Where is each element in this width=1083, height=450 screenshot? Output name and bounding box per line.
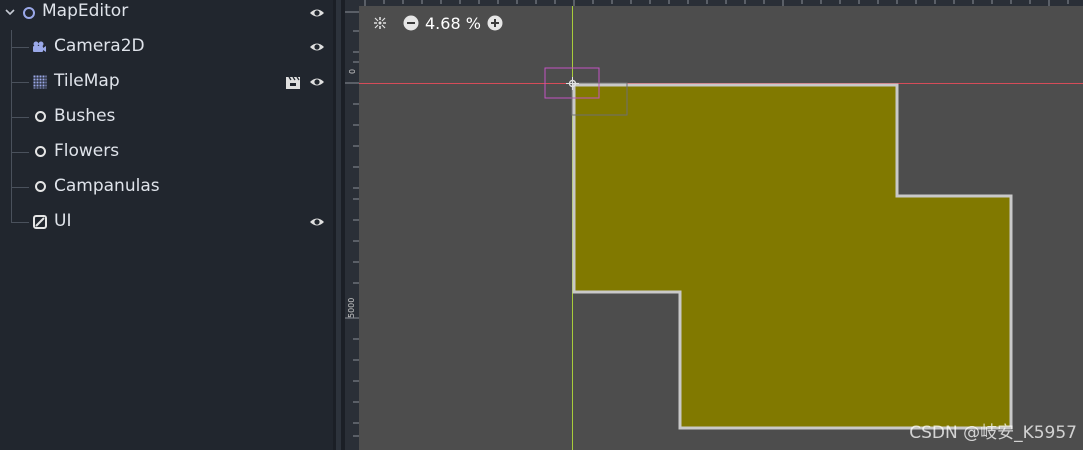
tree-item-campanulas[interactable]: Campanulas — [0, 170, 333, 205]
tree-item-ui[interactable]: UI — [0, 205, 333, 240]
left-ruler[interactable] — [345, 0, 359, 450]
top-ruler[interactable] — [345, 0, 1083, 6]
node-icon — [35, 181, 46, 192]
tree-item-mapeditor[interactable]: MapEditor — [0, 0, 333, 30]
tree-item-label: TileMap — [54, 71, 120, 91]
tree-item-label: Bushes — [54, 106, 116, 126]
canvas-drawing — [345, 0, 1083, 450]
eye-icon[interactable] — [309, 41, 325, 53]
center-view-icon[interactable] — [373, 16, 387, 30]
tree-item-label: Camera2D — [54, 36, 145, 56]
tree-item-tilemap[interactable]: TileMap — [0, 65, 333, 100]
zoom-level[interactable]: 4.68 % — [425, 14, 481, 33]
tree-item-label: Flowers — [54, 141, 120, 161]
tree-item-flowers[interactable]: Flowers — [0, 135, 333, 170]
zoom-out-icon[interactable] — [403, 15, 419, 31]
eye-icon[interactable] — [309, 216, 325, 228]
node-icon — [35, 111, 46, 122]
tree-item-camera2d[interactable]: Camera2D — [0, 30, 333, 65]
panel-splitter[interactable] — [333, 0, 345, 450]
control-icon — [33, 215, 47, 229]
node-icon — [23, 7, 35, 19]
clapperboard-icon[interactable] — [285, 76, 301, 90]
collision-polygon[interactable] — [572, 83, 1013, 430]
scene-tree-panel: MapEditor Camera2D TileMap Bushes Flower… — [0, 0, 333, 450]
chevron-down-icon[interactable] — [5, 8, 15, 16]
ruler-label: 0 — [348, 68, 357, 74]
camera-icon — [33, 41, 46, 52]
zoom-in-icon[interactable] — [487, 15, 503, 31]
watermark: CSDN @岐安_K5957 — [909, 423, 1077, 443]
eye-icon[interactable] — [309, 7, 325, 19]
tree-item-bushes[interactable]: Bushes — [0, 100, 333, 135]
tilemap-icon — [33, 75, 47, 89]
tree-item-label: UI — [54, 211, 72, 231]
node-icon — [35, 146, 46, 157]
ruler-label: 5000 — [347, 297, 356, 318]
tree-item-label: Campanulas — [54, 176, 160, 196]
canvas-viewport[interactable]: 0 5000 4.68 % CSDN @岐安_K5957 — [345, 0, 1083, 450]
tree-item-label: MapEditor — [42, 1, 129, 21]
eye-icon[interactable] — [309, 76, 325, 88]
